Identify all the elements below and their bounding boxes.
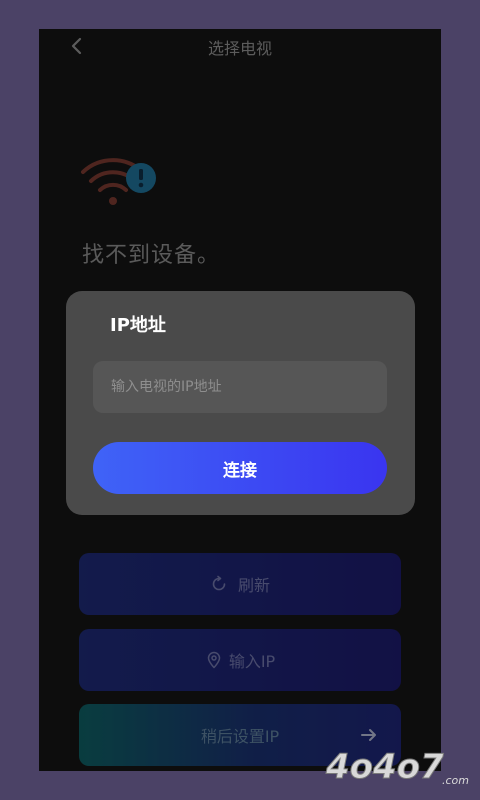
- device-not-found-message: 找不到设备。: [82, 243, 221, 268]
- location-pin-icon: [207, 651, 221, 669]
- enter-ip-button-label: 输入IP: [228, 652, 276, 671]
- site-watermark-logo: 4o4o7 .com: [325, 747, 470, 788]
- app-screen: 选择电视 找不到设备。 刷新 输入IP 稍后设置IP IP地址 连: [39, 29, 441, 771]
- enter-ip-button[interactable]: 输入IP: [79, 629, 401, 691]
- watermark-text: 4o4o7: [325, 747, 444, 787]
- header-bar: 选择电视: [39, 29, 441, 63]
- connect-button[interactable]: 连接: [93, 442, 387, 494]
- ip-address-dialog: IP地址 连接: [66, 291, 415, 515]
- set-ip-later-label: 稍后设置IP: [200, 727, 280, 746]
- refresh-button-label: 刷新: [237, 576, 270, 595]
- dialog-title: IP地址: [110, 315, 166, 336]
- watermark-suffix: .com: [442, 774, 469, 787]
- refresh-icon: [212, 575, 226, 591]
- page-title: 选择电视: [207, 39, 272, 58]
- ip-address-input[interactable]: [93, 361, 387, 413]
- refresh-button[interactable]: 刷新: [79, 553, 401, 615]
- wifi-warning-icon: [81, 158, 156, 205]
